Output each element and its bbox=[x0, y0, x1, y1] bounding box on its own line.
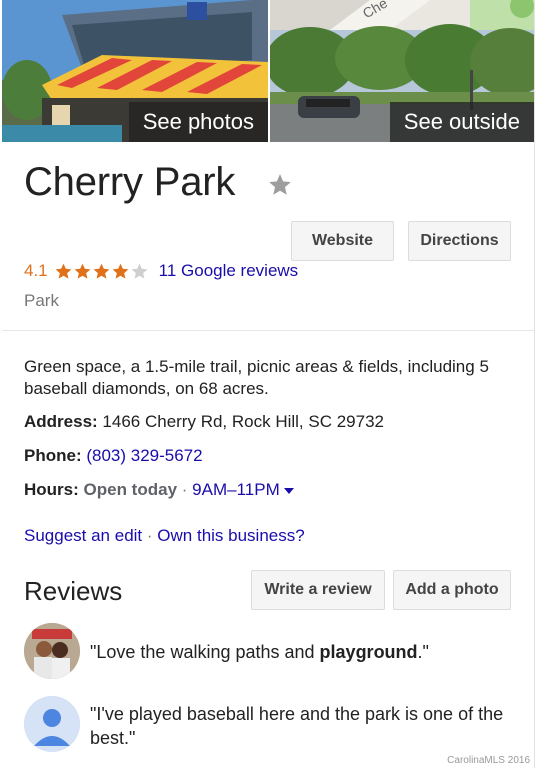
star-full-icon bbox=[74, 263, 91, 279]
place-knowledge-card: See photos See outside Che Cherry Park W… bbox=[2, 0, 535, 768]
hours-label: Hours: bbox=[24, 480, 79, 499]
star-empty-icon bbox=[131, 263, 148, 279]
address-label: Address: bbox=[24, 412, 98, 431]
default-user-avatar-icon bbox=[24, 696, 80, 752]
street-view-thumbnail[interactable]: See outside bbox=[270, 0, 534, 142]
website-button[interactable]: Website bbox=[291, 221, 394, 261]
review-snippet-1: "Love the walking paths and playground." bbox=[90, 642, 429, 662]
phone-label: Phone: bbox=[24, 446, 82, 465]
watermark: CarolinaMLS 2016 bbox=[447, 755, 530, 766]
star-full-icon bbox=[112, 263, 129, 279]
google-reviews-link[interactable]: 11 Google reviews bbox=[159, 261, 299, 281]
see-photos-label[interactable]: See photos bbox=[128, 102, 268, 142]
star-full-icon bbox=[55, 263, 72, 279]
chevron-down-icon bbox=[283, 487, 294, 494]
place-title: Cherry Park bbox=[24, 160, 236, 204]
photo-strip: See photos See outside Che bbox=[2, 0, 534, 142]
write-review-button[interactable]: Write a review bbox=[251, 570, 385, 610]
phone-line: Phone: (803) 329-5672 bbox=[24, 446, 203, 466]
rating-stars bbox=[54, 262, 149, 281]
section-divider bbox=[2, 330, 534, 331]
rating-row: 4.1 11 Google reviews bbox=[24, 261, 298, 281]
hours-separator: · bbox=[181, 480, 188, 499]
reviews-heading: Reviews bbox=[24, 576, 123, 606]
photos-thumbnail[interactable]: See photos bbox=[2, 0, 268, 142]
add-photo-button[interactable]: Add a photo bbox=[393, 570, 511, 610]
see-outside-label[interactable]: See outside bbox=[389, 102, 534, 142]
suggest-edit-link[interactable]: Suggest an edit bbox=[24, 526, 142, 545]
place-description: Green space, a 1.5-mile trail, picnic ar… bbox=[24, 357, 489, 398]
address-line: Address: 1466 Cherry Rd, Rock Hill, SC 2… bbox=[24, 412, 384, 432]
star-full-icon bbox=[93, 263, 110, 279]
edit-links-line: Suggest an edit · Own this business? bbox=[24, 526, 305, 546]
place-category: Park bbox=[24, 291, 59, 310]
hours-status: Open today bbox=[83, 480, 178, 499]
save-star-icon[interactable] bbox=[267, 172, 293, 198]
reviewer-avatar bbox=[24, 623, 80, 679]
address-value: 1466 Cherry Rd, Rock Hill, SC 29732 bbox=[102, 412, 384, 431]
hours-line: Hours: Open today · 9AM–11PM bbox=[24, 480, 294, 500]
rating-value: 4.1 bbox=[24, 261, 48, 280]
hours-time: 9AM–11PM bbox=[192, 480, 280, 499]
hours-dropdown[interactable]: 9AM–11PM bbox=[192, 480, 294, 499]
phone-link[interactable]: (803) 329-5672 bbox=[86, 446, 202, 465]
review-snippet-2: "I've played baseball here and the park … bbox=[90, 704, 504, 748]
directions-button[interactable]: Directions bbox=[408, 221, 511, 261]
own-business-link[interactable]: Own this business? bbox=[157, 526, 304, 545]
edit-links-separator: · bbox=[146, 526, 153, 545]
